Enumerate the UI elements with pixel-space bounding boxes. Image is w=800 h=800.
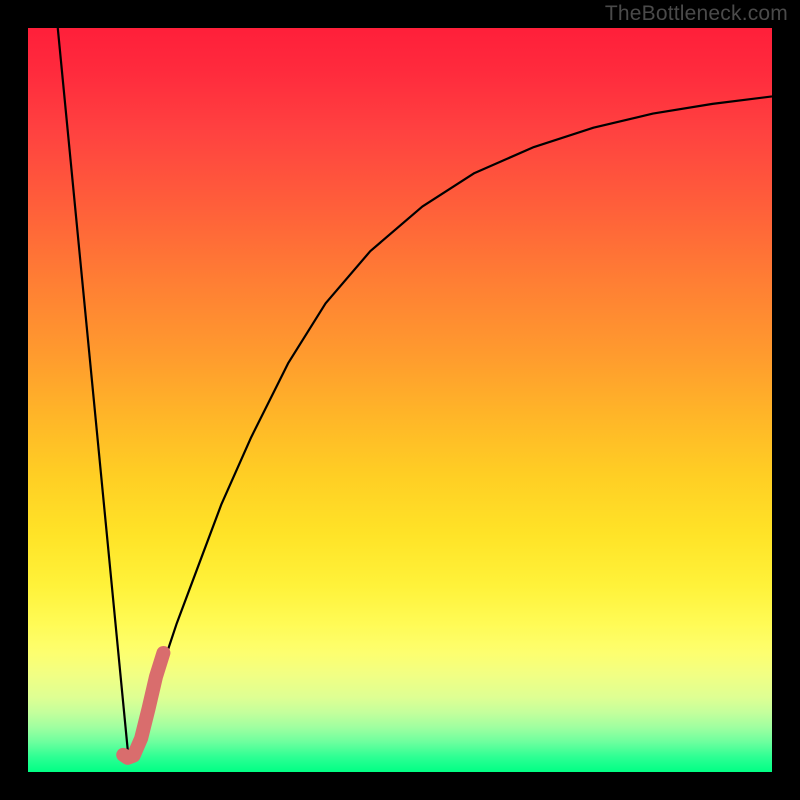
watermark-text: TheBottleneck.com	[605, 2, 788, 26]
chart-svg	[28, 28, 772, 772]
plot-area	[28, 28, 772, 772]
series-pink-j-accent	[123, 653, 163, 758]
series-left-line	[58, 28, 129, 757]
series-right-curve	[128, 96, 772, 757]
series-group	[58, 28, 772, 758]
